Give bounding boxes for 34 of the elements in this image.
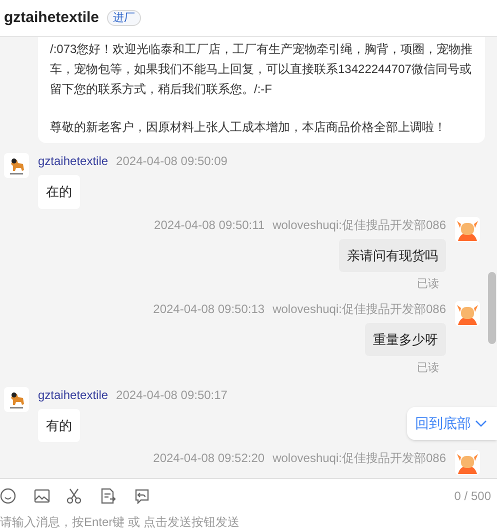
scissors-icon[interactable] <box>66 488 82 504</box>
shop-badge: 进厂 <box>107 10 142 26</box>
chat-title: gztaihetextile <box>4 8 100 28</box>
cow-avatar-icon <box>455 300 480 326</box>
back-to-bottom-button[interactable]: 回到底部 <box>407 407 497 440</box>
message-time: 2024-04-08 09:52:20 <box>153 450 265 466</box>
cow-avatar-icon <box>455 216 480 242</box>
sender-name: gztaihetextile <box>38 386 108 402</box>
message-time: 2024-04-08 09:50:13 <box>153 300 265 316</box>
message-bubble: 亲请问有现货吗 <box>339 238 446 272</box>
read-status: 已读 <box>417 361 439 376</box>
message-bubble: 有的 <box>38 408 80 442</box>
message-time: 2024-04-08 09:50:17 <box>116 386 228 402</box>
read-status: 已读 <box>417 277 439 292</box>
scrollbar-thumb[interactable] <box>488 272 496 344</box>
emoji-icon[interactable] <box>0 488 16 504</box>
message-bubble: 在的 <box>38 175 80 208</box>
notice-text: /:073您好！欢迎光临泰和工厂店，工厂有生产宠物牵引绳，胸背，项圈，宠物推车，宠物包等，如果我们不能马上回复，可以直接联系13422244707微信同号或留下您的联系方式，稍后我们联系您。/:-F <box>50 41 473 98</box>
sender-name: woloveshuqi:促佳搜品开发部086 <box>272 300 446 316</box>
character-counter: 0 / 500 <box>454 488 491 504</box>
message-time: 2024-04-08 09:50:09 <box>116 153 228 169</box>
image-icon[interactable] <box>34 488 50 504</box>
dog-logo-icon <box>4 386 29 412</box>
sender-name: woloveshuqi:促佳搜品开发部086 <box>272 450 446 466</box>
chevron-down-icon <box>475 420 487 428</box>
message-time: 2024-04-08 09:50:11 <box>154 216 265 232</box>
chat-reply-icon[interactable] <box>134 488 150 504</box>
message-bubble: 重量多少呀 <box>365 322 446 356</box>
sender-name: gztaihetextile <box>38 153 108 169</box>
notice-text: 尊敬的新老客户，因原材料上张人工成本增加，本店商品价格全部上调啦！ <box>50 119 447 136</box>
document-icon[interactable] <box>100 488 116 504</box>
sender-name: woloveshuqi:促佳搜品开发部086 <box>272 216 446 232</box>
dog-logo-icon <box>4 153 29 178</box>
cow-avatar-icon <box>455 450 480 475</box>
